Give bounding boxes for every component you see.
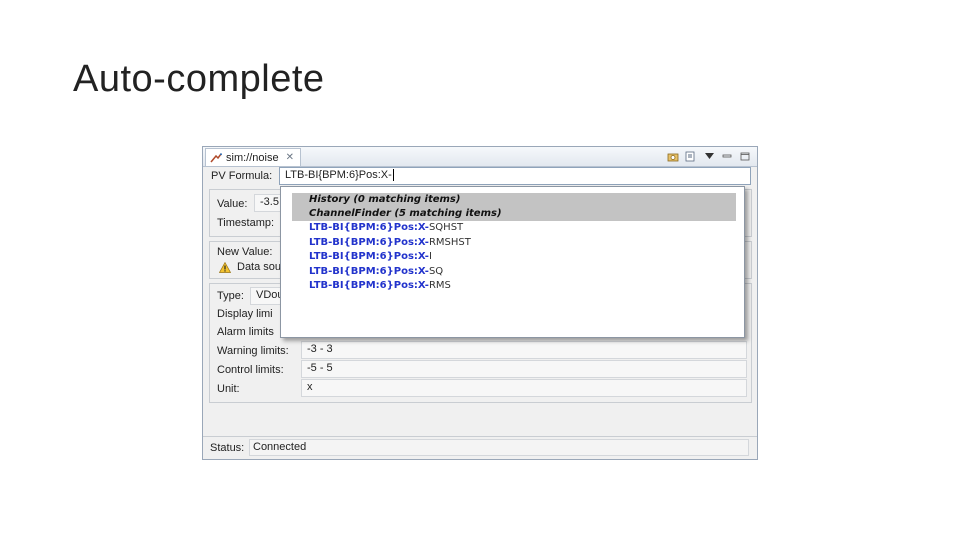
suggestion-match: LTB-BI{BPM:6}Pos:X-	[309, 280, 429, 291]
tab-sim-noise[interactable]: sim://noise ✕	[205, 148, 301, 166]
history-header[interactable]: History (0 matching items)	[292, 193, 736, 207]
suggestion-item[interactable]: LTB-BI{BPM:6}Pos:X-SQ	[292, 265, 736, 280]
text-caret	[392, 169, 394, 182]
suggestion-rest: I	[428, 251, 432, 262]
alarm-limits-label: Alarm limits	[217, 326, 274, 338]
suggestion-rest: RMS	[428, 280, 451, 291]
channelfinder-header[interactable]: ChannelFinder (5 matching items)	[292, 207, 736, 221]
camera-icon[interactable]	[667, 150, 679, 162]
suggestion-item[interactable]: LTB-BI{BPM:6}Pos:X-SQHST	[292, 221, 736, 236]
suggestion-match: LTB-BI{BPM:6}Pos:X-	[309, 265, 429, 277]
tab-title: sim://noise	[226, 151, 279, 164]
suggestion-rest: RMSHST	[428, 236, 471, 248]
unit-field: x	[301, 379, 747, 397]
suggestion-item[interactable]: LTB-BI{BPM:6}Pos:X-RMS	[292, 279, 736, 294]
warning-icon	[219, 262, 231, 273]
suggestion-rest: SQHST	[428, 222, 464, 233]
view-tab-bar: sim://noise ✕	[203, 147, 757, 167]
suggestion-match: LTB-BI{BPM:6}Pos:X-	[309, 222, 429, 233]
status-bar: Status: Connected	[203, 436, 757, 459]
unit-label: Unit:	[217, 383, 240, 395]
warning-limits-value: -3 - 3	[307, 343, 333, 355]
status-value: Connected	[253, 441, 307, 453]
maximize-icon[interactable]	[739, 150, 751, 162]
datasource-status-text: Data sou	[237, 261, 282, 273]
warning-limits-label: Warning limits:	[217, 345, 289, 357]
new-value-label: New Value:	[217, 246, 273, 258]
slide-title: Auto-complete	[73, 58, 325, 100]
probe-icon	[210, 152, 222, 162]
minimize-icon[interactable]	[721, 150, 733, 162]
suggestion-match: LTB-BI{BPM:6}Pos:X-	[309, 236, 429, 248]
pv-formula-value: LTB-BI{BPM:6}Pos:X-	[285, 169, 392, 181]
suggestion-item[interactable]: LTB-BI{BPM:6}Pos:X-RMSHST	[292, 236, 736, 251]
value-text: -3.5	[260, 196, 279, 208]
control-limits-field: -5 - 5	[301, 360, 747, 378]
display-limits-label: Display limi	[217, 308, 273, 320]
autocomplete-popup: History (0 matching items) ChannelFinder…	[280, 186, 745, 338]
suggestion-match: LTB-BI{BPM:6}Pos:X-	[309, 251, 429, 262]
status-field: Connected	[249, 439, 749, 456]
timestamp-label: Timestamp:	[217, 217, 275, 229]
suggestion-rest: SQ	[428, 265, 444, 277]
autocomplete-list: History (0 matching items) ChannelFinder…	[292, 193, 736, 294]
warning-limits-field: -3 - 3	[301, 341, 747, 359]
type-label: Type:	[217, 290, 244, 302]
view-toolbar	[667, 150, 751, 162]
view-menu-icon[interactable]	[703, 150, 715, 162]
snapshot-icon[interactable]	[685, 150, 697, 162]
close-icon[interactable]: ✕	[286, 152, 294, 163]
unit-value: x	[307, 381, 313, 393]
control-limits-label: Control limits:	[217, 364, 284, 376]
pv-formula-label: PV Formula:	[211, 170, 273, 182]
status-label: Status:	[210, 442, 245, 454]
value-label: Value:	[217, 198, 248, 210]
suggestion-item[interactable]: LTB-BI{BPM:6}Pos:X-I	[292, 250, 736, 265]
control-limits-value: -5 - 5	[307, 362, 333, 374]
pv-formula-input[interactable]: LTB-BI{BPM:6}Pos:X-	[279, 167, 751, 185]
